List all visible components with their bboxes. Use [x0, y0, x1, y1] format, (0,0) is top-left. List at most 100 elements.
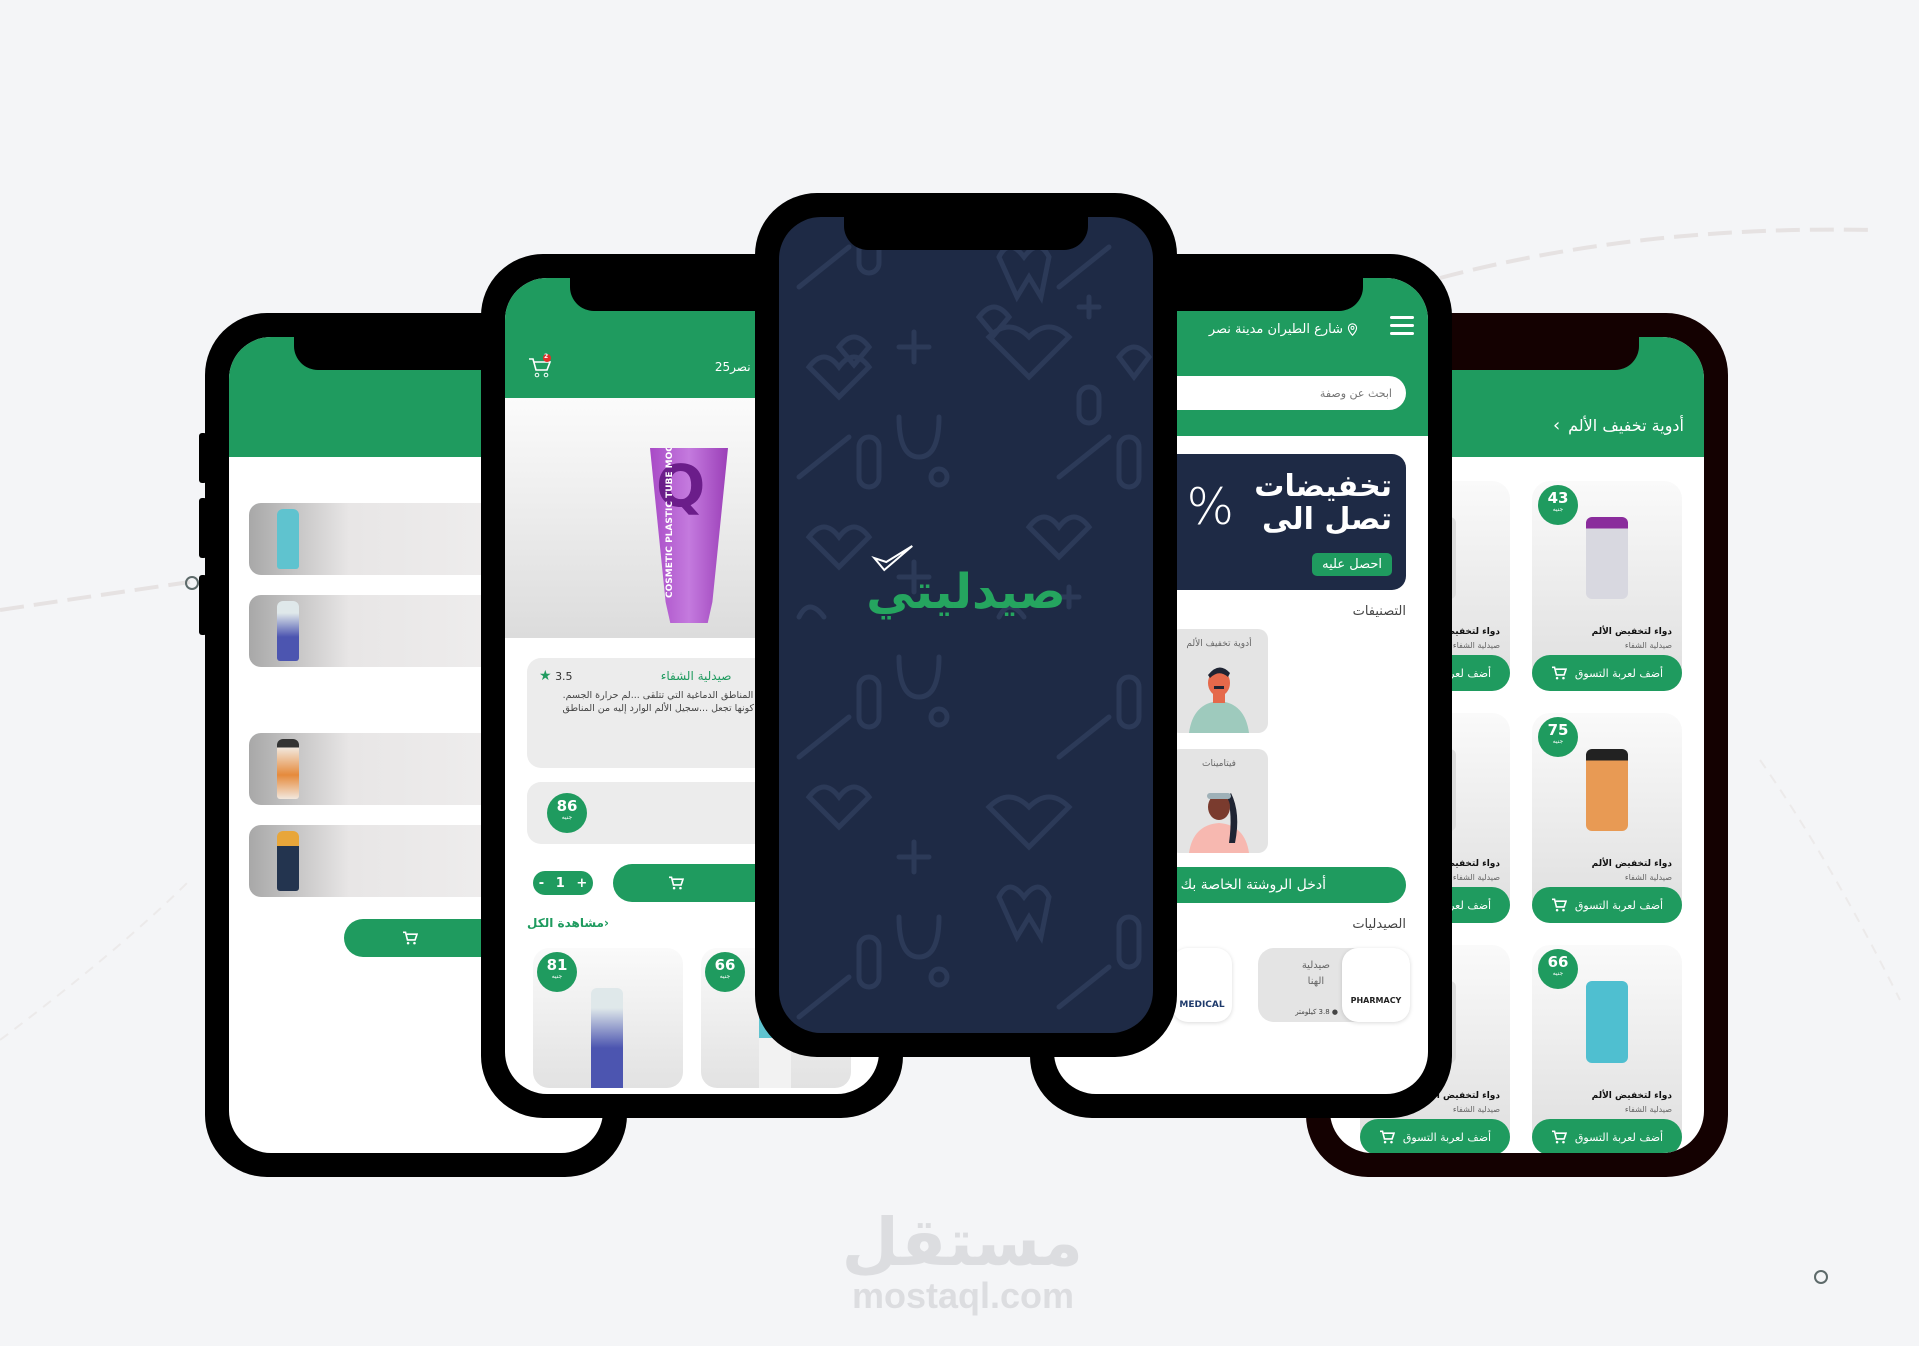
location-pin-icon — [1347, 323, 1358, 336]
cart-icon — [529, 354, 552, 378]
category-label: أدوية تخفيف الألم — [1186, 639, 1252, 649]
pharmacy-distance: ● 3.8 كيلومتر — [1295, 1008, 1338, 1016]
phone-side-button — [199, 433, 207, 483]
app-logo: صيدليتي — [866, 545, 1067, 620]
product-thumbnail — [277, 739, 299, 799]
price-badge: 66 جنيه — [1538, 949, 1578, 989]
price-value: 66 — [1547, 953, 1569, 971]
add-to-cart-button[interactable]: أضف لعربة التسوق — [1532, 887, 1682, 923]
get-offer-button[interactable]: احصل عليه — [1312, 553, 1392, 576]
distance-text: 3.8 كيلومتر — [1295, 1008, 1330, 1016]
product-tube-image: Q COSMETIC PLASTIC TUBE MOCKUP — [650, 448, 728, 623]
price-badge: 86 جنيه — [547, 793, 587, 833]
product-thumbnail — [277, 509, 299, 569]
pharmacy-logo: PHARMACY — [1342, 948, 1410, 1022]
phone-notch — [844, 217, 1088, 250]
watermark-latin: mostaql.com — [851, 1275, 1075, 1316]
category-card[interactable]: أدوية تخفيف الألم — [1170, 629, 1268, 733]
price-currency: جنيه — [1552, 970, 1564, 977]
product-thumbnail — [1586, 517, 1628, 599]
pharmacy-name: صيدلية الشفاء — [1452, 873, 1500, 882]
price-currency: جنيه — [551, 973, 563, 980]
add-to-cart-button[interactable]: أضف لعربة التسوق — [1532, 1119, 1682, 1153]
price-badge: 66 جنيه — [705, 952, 745, 992]
add-to-cart-label: أضف لعربة التسوق — [1574, 666, 1664, 680]
phone-side-button — [199, 575, 207, 635]
category-label: فيتامينات — [1202, 759, 1236, 769]
add-to-cart-label: أضف لعربة التسوق — [1574, 1130, 1664, 1144]
product-name: دواء لتخفيض الألم — [1591, 627, 1672, 637]
add-to-cart-label: أضف لعربة التسوق — [1402, 1130, 1492, 1144]
price-currency: جنيه — [719, 973, 731, 980]
product-card[interactable]: 75 جنيه دواء لتخفيض الألم صيدلية الشفاء أضف … — [1532, 713, 1682, 923]
price-badge: 75 جنيه — [1538, 717, 1578, 757]
address-bar[interactable]: شارع الطيران مدينة نصر — [1209, 322, 1358, 337]
add-to-cart-label: أضف لعربة التسوق — [1574, 898, 1664, 912]
banner-line-1: تخفيضات — [1254, 469, 1392, 504]
pharmacy-card[interactable]: PHARMACY صيدلية الهنا ● 3.8 كيلومتر — [1258, 948, 1410, 1022]
phone-splash-screen: صيدليتي — [755, 193, 1177, 1057]
product-name: دواء لتخفيض الألم — [1591, 859, 1672, 869]
pharmacy-name: صيدلية الشفاء — [1624, 873, 1672, 882]
watermark-arabic: مستقل — [841, 1204, 1083, 1281]
person-illustration — [1189, 667, 1249, 733]
decorative-circle — [185, 576, 199, 590]
related-product-card[interactable]: 81 جنيه — [533, 948, 683, 1088]
decorative-circle — [1814, 1270, 1828, 1284]
location-pin-icon: ● — [1331, 1008, 1338, 1016]
product-thumbnail — [1586, 981, 1628, 1063]
pharmacy-name: صيدلية الشفاء — [1452, 1105, 1500, 1114]
chevron-left-icon: ‹ — [603, 916, 609, 930]
price-currency: جنيه — [1552, 738, 1564, 745]
rating-value: 3.5 — [555, 670, 573, 683]
quantity-increase-button[interactable]: + — [576, 876, 587, 891]
quantity-value: 1 — [555, 875, 565, 891]
category-card[interactable]: فيتامينات — [1170, 749, 1268, 853]
add-to-cart-button[interactable]: أضف لعربة التسوق — [1360, 1119, 1510, 1153]
back-chevron-icon[interactable]: › — [1553, 415, 1560, 436]
pharmacy-name: صيدلية الهنا — [1302, 958, 1330, 990]
product-card[interactable]: 66 جنيه دواء لتخفيض الألم صيدلية الشفاء أضف … — [1532, 945, 1682, 1153]
pharmacy-name-line: صيدلية — [1301, 960, 1330, 971]
pharmacy-logo-text: PHARMACY — [1350, 996, 1402, 1005]
price-value: 66 — [714, 956, 736, 974]
pharmacy-name: صيدلية الشفاء — [1452, 641, 1500, 650]
pharmacy-name: صيدلية الشفاء — [1624, 641, 1672, 650]
product-thumbnail — [591, 988, 623, 1088]
cart-icon — [1551, 898, 1567, 912]
product-thumbnail — [1586, 749, 1628, 831]
product-brand-letter: Q — [656, 452, 706, 520]
price-badge: 43 جنيه — [1538, 485, 1578, 525]
medical-pattern-background — [796, 234, 1153, 1020]
hamburger-menu-button[interactable] — [1390, 316, 1414, 340]
product-thumbnail — [277, 601, 299, 661]
product-name: دواء لتخفيض الألم — [1591, 1091, 1672, 1101]
quantity-stepper[interactable]: - 1 + — [533, 871, 593, 895]
category-title: أدوية تخفيف الألم › — [1553, 415, 1684, 436]
pharmacy-card[interactable]: MEDICAL — [1172, 948, 1232, 1022]
banner-line-2: تصل الى — [1262, 502, 1392, 537]
quantity-decrease-button[interactable]: - — [539, 876, 544, 891]
pharmacy-name: صيدلية الشفاء — [1624, 1105, 1672, 1114]
percent-symbol: % — [1186, 478, 1234, 536]
address-text: شارع الطيران مدينة نصر — [1208, 322, 1343, 337]
checkmark-icon — [871, 545, 913, 572]
cart-badge: 2 — [544, 353, 549, 360]
category-title-text: أدوية تخفيف الألم — [1568, 416, 1684, 435]
phone-side-button — [199, 498, 207, 558]
cart-icon — [403, 931, 419, 945]
medical-logo: MEDICAL — [1179, 1000, 1225, 1010]
cart-button[interactable]: 2 — [527, 353, 553, 380]
mostaql-watermark: مستقل mostaql.com — [841, 1204, 1083, 1316]
product-card[interactable]: 43 جنيه دواء لتخفيض الألم صيدلية الشفاء أضف … — [1532, 481, 1682, 691]
product-rating: 3.5 ★ — [539, 668, 573, 684]
product-image-label: COSMETIC PLASTIC TUBE MOCKUP — [665, 424, 675, 598]
cart-icon — [669, 876, 685, 890]
cart-icon — [1551, 1130, 1567, 1144]
price-value: 43 — [1547, 489, 1569, 507]
person-illustration — [1189, 793, 1249, 853]
price-currency: جنيه — [1552, 506, 1564, 513]
price-currency: جنيه — [561, 814, 573, 821]
add-to-cart-button[interactable]: أضف لعربة التسوق — [1532, 655, 1682, 691]
pharmacy-link[interactable]: صيدلية الشفاء — [661, 669, 732, 683]
